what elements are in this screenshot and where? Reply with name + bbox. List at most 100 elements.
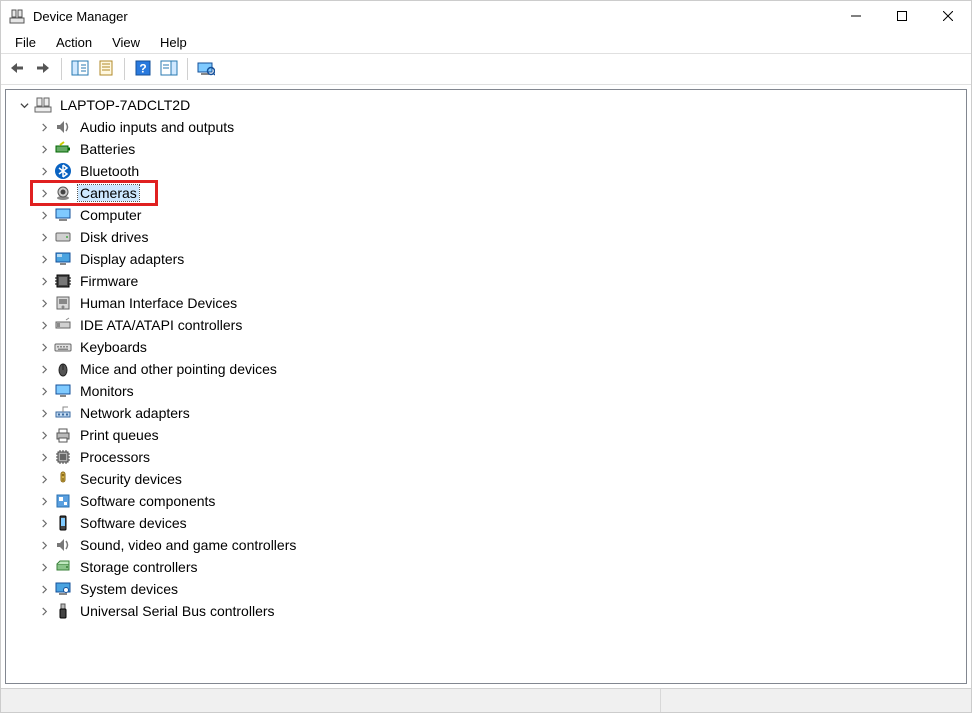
close-button[interactable] [925, 1, 971, 31]
tree-pane-icon [71, 60, 89, 79]
tree-item[interactable]: Computer [8, 204, 964, 226]
show-hide-tree-button[interactable] [68, 57, 92, 81]
firmware-icon [54, 272, 72, 290]
tree-item-label: Sound, video and game controllers [78, 537, 298, 553]
chevron-right-icon[interactable] [38, 385, 50, 397]
mouse-icon [54, 360, 72, 378]
chevron-right-icon[interactable] [38, 165, 50, 177]
tree-item[interactable]: Network adapters [8, 402, 964, 424]
chevron-right-icon[interactable] [38, 451, 50, 463]
chevron-right-icon[interactable] [38, 187, 50, 199]
tree-item-label: Cameras [78, 185, 139, 201]
window-title: Device Manager [33, 9, 128, 24]
menu-action[interactable]: Action [48, 33, 100, 52]
chevron-right-icon[interactable] [38, 341, 50, 353]
tree-item[interactable]: Mice and other pointing devices [8, 358, 964, 380]
bluetooth-icon [54, 162, 72, 180]
minimize-button[interactable] [833, 1, 879, 31]
tree-item[interactable]: Audio inputs and outputs [8, 116, 964, 138]
audio-icon [54, 118, 72, 136]
tree-item[interactable]: Keyboards [8, 336, 964, 358]
tree-item-label: Print queues [78, 427, 161, 443]
tree-item-label: Software devices [78, 515, 189, 531]
tree-item[interactable]: Software devices [8, 512, 964, 534]
tree-item[interactable]: Firmware [8, 270, 964, 292]
tree-area: LAPTOP-7ADCLT2D Audio inputs and outputs… [1, 85, 971, 688]
maximize-button[interactable] [879, 1, 925, 31]
titlebar: Device Manager [1, 1, 971, 31]
tree-item-label: Monitors [78, 383, 136, 399]
chevron-right-icon[interactable] [38, 561, 50, 573]
svg-text:?: ? [139, 61, 146, 75]
app-icon [9, 8, 25, 24]
tree-item-label: Human Interface Devices [78, 295, 239, 311]
nav-back-button[interactable] [5, 57, 29, 81]
chevron-right-icon[interactable] [38, 583, 50, 595]
processor-icon [54, 448, 72, 466]
statusbar [1, 688, 971, 712]
tree-item[interactable]: System devices [8, 578, 964, 600]
chevron-right-icon[interactable] [38, 517, 50, 529]
menu-file[interactable]: File [7, 33, 44, 52]
tree-item[interactable]: Batteries [8, 138, 964, 160]
tree-item[interactable]: Storage controllers [8, 556, 964, 578]
chevron-right-icon[interactable] [38, 319, 50, 331]
tree-item[interactable]: Cameras [8, 182, 964, 204]
scan-hardware-button[interactable] [194, 57, 218, 81]
chevron-right-icon[interactable] [38, 495, 50, 507]
network-icon [54, 404, 72, 422]
chevron-right-icon[interactable] [38, 297, 50, 309]
tree-item-label: System devices [78, 581, 180, 597]
properties-button[interactable] [94, 57, 118, 81]
chevron-down-icon[interactable] [18, 99, 30, 111]
tree-item[interactable]: Disk drives [8, 226, 964, 248]
tree-item-label: Processors [78, 449, 152, 465]
tree-root-label: LAPTOP-7ADCLT2D [58, 97, 192, 113]
chevron-right-icon[interactable] [38, 231, 50, 243]
action-pane-button[interactable] [157, 57, 181, 81]
chevron-right-icon[interactable] [38, 143, 50, 155]
chevron-right-icon[interactable] [38, 363, 50, 375]
tree-item[interactable]: IDE ATA/ATAPI controllers [8, 314, 964, 336]
tree-item-label: IDE ATA/ATAPI controllers [78, 317, 244, 333]
tree-item[interactable]: Print queues [8, 424, 964, 446]
chevron-right-icon[interactable] [38, 473, 50, 485]
chevron-right-icon[interactable] [38, 407, 50, 419]
camera-icon [54, 184, 72, 202]
chevron-right-icon[interactable] [38, 539, 50, 551]
tree-item[interactable]: Security devices [8, 468, 964, 490]
device-manager-window: Device Manager File Action View Help ? [0, 0, 972, 713]
tree-item-label: Software components [78, 493, 217, 509]
chevron-right-icon[interactable] [38, 429, 50, 441]
tree-item-label: Keyboards [78, 339, 149, 355]
chevron-right-icon[interactable] [38, 209, 50, 221]
chevron-right-icon[interactable] [38, 605, 50, 617]
menu-view[interactable]: View [104, 33, 148, 52]
printer-icon [54, 426, 72, 444]
menu-help[interactable]: Help [152, 33, 195, 52]
tree-item-label: Firmware [78, 273, 140, 289]
tree-item[interactable]: Processors [8, 446, 964, 468]
tree-item[interactable]: Monitors [8, 380, 964, 402]
tree-item-label: Storage controllers [78, 559, 200, 575]
tree-root[interactable]: LAPTOP-7ADCLT2D [8, 94, 964, 116]
help-icon: ? [135, 60, 151, 79]
computer-icon [54, 206, 72, 224]
tree-item[interactable]: Software components [8, 490, 964, 512]
help-button[interactable]: ? [131, 57, 155, 81]
nav-forward-button[interactable] [31, 57, 55, 81]
tree-item[interactable]: Display adapters [8, 248, 964, 270]
scan-hardware-icon [197, 60, 215, 79]
chevron-right-icon[interactable] [38, 275, 50, 287]
chevron-right-icon[interactable] [38, 121, 50, 133]
chevron-right-icon[interactable] [38, 253, 50, 265]
tree-item[interactable]: Bluetooth [8, 160, 964, 182]
hid-icon [54, 294, 72, 312]
tree-item[interactable]: Universal Serial Bus controllers [8, 600, 964, 622]
storage-icon [54, 558, 72, 576]
tree-item[interactable]: Sound, video and game controllers [8, 534, 964, 556]
tree-item-label: Audio inputs and outputs [78, 119, 236, 135]
arrow-left-icon [8, 61, 26, 78]
keyboard-icon [54, 338, 72, 356]
tree-item[interactable]: Human Interface Devices [8, 292, 964, 314]
